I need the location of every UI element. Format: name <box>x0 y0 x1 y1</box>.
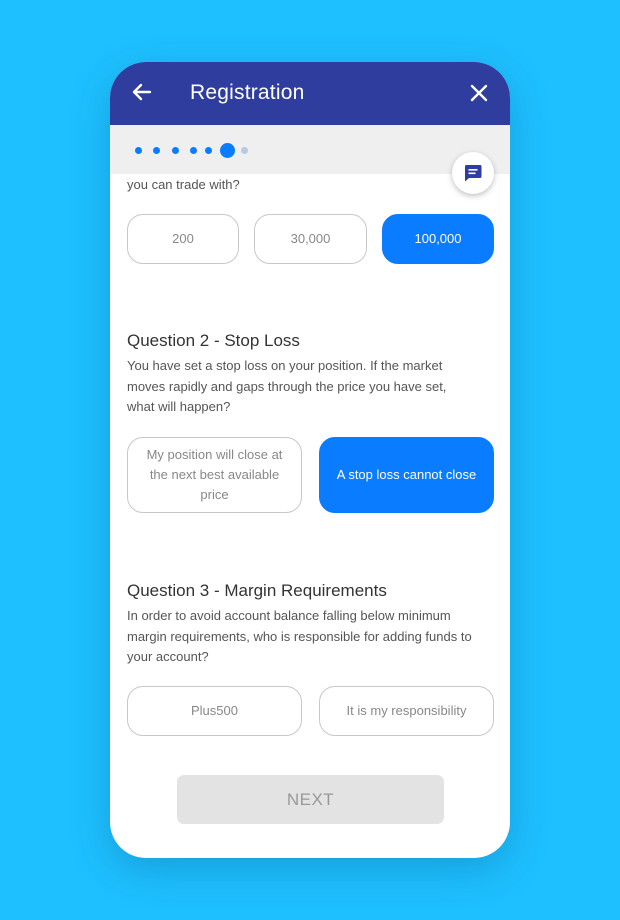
q1-option-200[interactable]: 200 <box>127 214 239 264</box>
next-button[interactable]: NEXT <box>177 775 444 824</box>
back-button[interactable] <box>130 80 154 104</box>
app-header: Registration <box>110 62 510 125</box>
q3-option-my-responsibility[interactable]: It is my responsibility <box>319 686 494 736</box>
progress-dot <box>135 147 142 154</box>
chat-button[interactable] <box>452 152 494 194</box>
progress-dot-current <box>220 143 235 158</box>
q1-option-30000[interactable]: 30,000 <box>254 214 367 264</box>
close-button[interactable] <box>468 82 490 104</box>
close-icon <box>470 84 488 102</box>
question3-text: In order to avoid account balance fallin… <box>127 608 472 664</box>
question2-text: You have set a stop loss on your positio… <box>127 358 447 414</box>
q2-option-close-next-price[interactable]: My position will close at the next best … <box>127 437 302 513</box>
question2-title: Question 2 - Stop Loss <box>127 331 300 350</box>
arrow-left-icon <box>132 83 152 101</box>
question1-text: you can trade with? <box>127 177 240 192</box>
progress-dot <box>205 147 212 154</box>
question3-title: Question 3 - Margin Requirements <box>127 581 387 600</box>
step-progress <box>110 125 510 174</box>
progress-dot <box>190 147 197 154</box>
q3-option-plus500[interactable]: Plus500 <box>127 686 302 736</box>
progress-dot <box>172 147 179 154</box>
chat-bubble-icon <box>464 165 482 182</box>
q1-option-100000[interactable]: 100,000 <box>382 214 494 264</box>
progress-dot <box>153 147 160 154</box>
page-title: Registration <box>190 81 305 104</box>
q2-option-cannot-close[interactable]: A stop loss cannot close <box>319 437 494 513</box>
progress-dot-pending <box>241 147 248 154</box>
phone-screen: Registration you can trade with? 200 30,… <box>110 62 510 858</box>
